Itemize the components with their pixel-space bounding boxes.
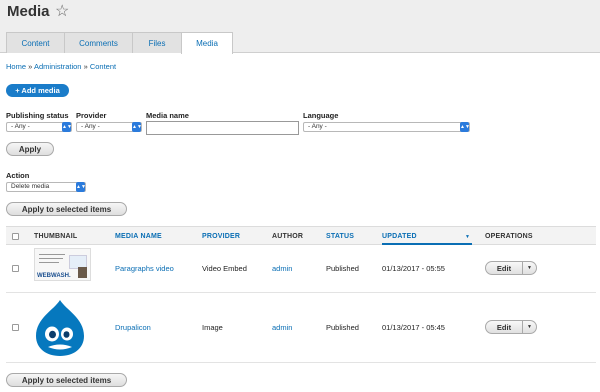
header-status[interactable]: STATUS bbox=[326, 233, 354, 240]
page-header: Media ☆ Content Comments Files Media bbox=[0, 0, 600, 54]
table-row: Drupalicon Image admin Published 01/13/2… bbox=[6, 293, 596, 363]
provider-value: - Any - bbox=[81, 123, 100, 130]
apply-filters-button[interactable]: Apply bbox=[6, 142, 54, 156]
row-checkbox[interactable] bbox=[12, 265, 19, 272]
table-row: WEBWASH. Paragraphs video Video Embed ad… bbox=[6, 245, 596, 293]
media-name-input[interactable] bbox=[146, 121, 299, 135]
provider-select[interactable]: - Any - ▲▼ bbox=[76, 122, 142, 132]
publishing-status-value: - Any - bbox=[11, 123, 30, 130]
breadcrumb: Home » Administration » Content bbox=[6, 62, 116, 71]
publishing-status-select[interactable]: - Any - ▲▼ bbox=[6, 122, 72, 132]
updated-cell: 01/13/2017 - 05:45 bbox=[382, 323, 445, 332]
tab-files[interactable]: Files bbox=[132, 32, 182, 53]
dropbutton-toggle-icon[interactable]: ▼ bbox=[523, 261, 537, 275]
dropbutton-toggle-icon[interactable]: ▼ bbox=[523, 320, 537, 334]
thumbnail-brand-text: WEBWASH. bbox=[37, 273, 71, 279]
select-arrow-icon: ▲▼ bbox=[76, 182, 86, 192]
apply-to-selected-top-button[interactable]: Apply to selected items bbox=[6, 202, 127, 216]
table-header: THUMBNAIL MEDIA NAME PROVIDER AUTHOR STA… bbox=[6, 226, 596, 245]
edit-button[interactable]: Edit bbox=[485, 320, 523, 334]
status-cell: Published bbox=[326, 264, 359, 273]
breadcrumb-administration[interactable]: Administration bbox=[34, 62, 82, 71]
media-table: THUMBNAIL MEDIA NAME PROVIDER AUTHOR STA… bbox=[6, 226, 596, 363]
breadcrumb-home[interactable]: Home bbox=[6, 62, 26, 71]
language-value: - Any - bbox=[308, 123, 327, 130]
breadcrumb-separator: » bbox=[28, 62, 33, 71]
add-media-button[interactable]: + Add media bbox=[6, 84, 69, 97]
media-name-link[interactable]: Paragraphs video bbox=[115, 264, 174, 273]
provider-cell: Image bbox=[202, 323, 223, 332]
header-thumbnail: THUMBNAIL bbox=[34, 233, 78, 240]
breadcrumb-separator: » bbox=[83, 62, 88, 71]
action-label: Action bbox=[6, 171, 30, 180]
select-arrow-icon: ▲▼ bbox=[460, 122, 470, 132]
provider-label: Provider bbox=[76, 111, 107, 120]
select-all-checkbox[interactable] bbox=[12, 233, 19, 240]
sort-descending-icon: ▼ bbox=[465, 234, 470, 240]
header-media-name[interactable]: MEDIA NAME bbox=[115, 233, 162, 240]
tab-media[interactable]: Media bbox=[181, 32, 233, 54]
header-operations: OPERATIONS bbox=[485, 233, 533, 240]
action-select[interactable]: Delete media ▲▼ bbox=[6, 182, 86, 192]
apply-to-selected-bottom-button[interactable]: Apply to selected items bbox=[6, 373, 127, 387]
page-title: Media bbox=[7, 3, 50, 20]
author-link[interactable]: admin bbox=[272, 264, 292, 273]
status-cell: Published bbox=[326, 323, 359, 332]
star-outline-icon[interactable]: ☆ bbox=[55, 1, 69, 21]
action-value: Delete media bbox=[11, 183, 50, 190]
video-thumbnail[interactable]: WEBWASH. bbox=[34, 248, 91, 281]
row-checkbox[interactable] bbox=[12, 324, 19, 331]
operations-dropbutton: Edit ▼ bbox=[485, 320, 537, 334]
tab-content[interactable]: Content bbox=[6, 32, 65, 53]
select-arrow-icon: ▲▼ bbox=[132, 122, 142, 132]
breadcrumb-content[interactable]: Content bbox=[90, 62, 116, 71]
publishing-status-label: Publishing status bbox=[6, 111, 69, 120]
header-updated[interactable]: UPDATED bbox=[382, 233, 417, 240]
language-select[interactable]: - Any - ▲▼ bbox=[303, 122, 470, 132]
edit-button[interactable]: Edit bbox=[485, 261, 523, 275]
tab-comments[interactable]: Comments bbox=[64, 32, 133, 53]
updated-cell: 01/13/2017 - 05:55 bbox=[382, 264, 445, 273]
select-arrow-icon: ▲▼ bbox=[62, 122, 72, 132]
media-name-link[interactable]: Drupalicon bbox=[115, 323, 151, 332]
primary-tabs: Content Comments Files Media bbox=[6, 32, 233, 54]
header-provider[interactable]: PROVIDER bbox=[202, 233, 240, 240]
drupal-drop-icon[interactable] bbox=[32, 298, 88, 358]
language-label: Language bbox=[303, 111, 339, 120]
author-link[interactable]: admin bbox=[272, 323, 292, 332]
operations-dropbutton: Edit ▼ bbox=[485, 261, 537, 275]
media-name-label: Media name bbox=[146, 111, 189, 120]
provider-cell: Video Embed bbox=[202, 264, 247, 273]
header-author: AUTHOR bbox=[272, 233, 304, 240]
